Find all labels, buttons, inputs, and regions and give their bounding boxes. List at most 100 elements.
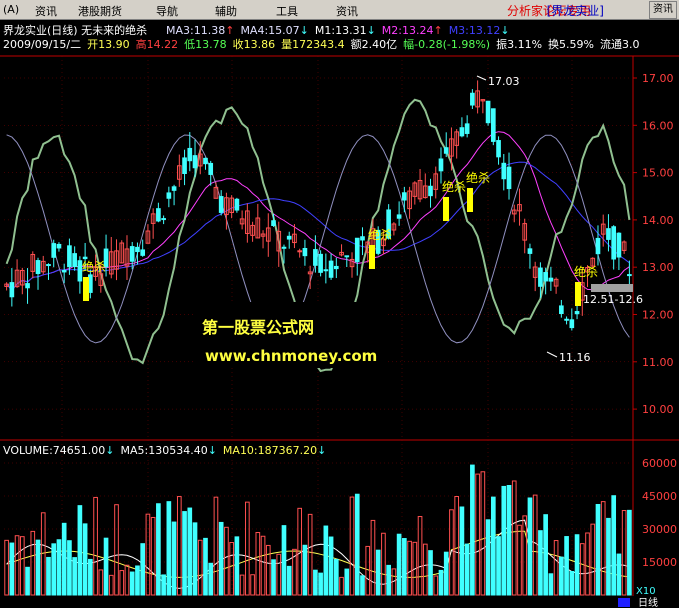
menu-item-news[interactable]: 资讯 <box>35 3 57 19</box>
candle-body <box>564 318 569 321</box>
volume-bar <box>124 564 130 596</box>
legend-item: VOLUME:74651.00 <box>3 444 105 457</box>
volume-bar <box>585 532 590 596</box>
volume-bar <box>422 543 428 596</box>
volume-bar <box>349 496 355 596</box>
volume-bar <box>417 516 423 596</box>
volume-bar <box>564 536 569 596</box>
volume-bar <box>449 509 454 596</box>
candle-body <box>501 162 507 180</box>
bottom-tab-label[interactable]: 日线 <box>638 596 658 608</box>
candle-body <box>302 248 308 257</box>
candle-body <box>35 260 41 275</box>
volume-bar <box>365 545 371 596</box>
volume-bar <box>616 553 622 596</box>
candle-body <box>297 250 303 253</box>
volume-bar <box>579 543 585 596</box>
candle-body <box>323 269 329 272</box>
candle-body <box>396 214 402 219</box>
legend-item: 低13.78 <box>184 38 227 51</box>
legend-item: 高14.22 <box>136 37 179 51</box>
volume-bar <box>77 505 83 596</box>
range-bar <box>591 284 633 292</box>
menu-item-hk-futures[interactable]: 港股期货 <box>78 3 122 19</box>
candle-body <box>67 245 72 268</box>
signal-label: 绝杀 <box>442 179 466 194</box>
low-pointer <box>546 351 558 358</box>
candle-body <box>318 253 323 273</box>
volume-bar <box>250 574 255 596</box>
volume-bar <box>396 533 402 596</box>
candle-body <box>135 246 140 253</box>
volume-bar <box>150 516 156 596</box>
candle-body <box>51 243 57 258</box>
price-tick-label: 10.00 <box>642 403 674 416</box>
volume-bar <box>166 501 172 596</box>
volume-bar <box>433 575 439 596</box>
volume-bar <box>98 569 104 596</box>
candle-body <box>218 196 224 213</box>
signal-bar <box>575 282 581 306</box>
volume-bar <box>543 514 548 596</box>
candle-body <box>496 140 501 158</box>
volume-bar <box>490 496 496 596</box>
volume-bar <box>255 532 261 596</box>
candle-body <box>606 228 611 240</box>
volume-bar <box>480 471 486 596</box>
volume-bar <box>108 574 114 596</box>
menu-bar: (A) 资讯 港股期货 导航 辅助 工具 资讯 分析家论坛专用 [界龙实业] 资… <box>0 0 679 20</box>
volume-bar <box>407 540 412 596</box>
news-button[interactable]: 资讯 <box>649 1 677 19</box>
volume-bar <box>313 569 318 596</box>
volume-bar <box>501 485 507 596</box>
price-tick-label: 13.00 <box>642 261 674 274</box>
low-label: 11.16 <box>559 351 591 364</box>
candle-body <box>611 226 617 260</box>
menu-item-tools-aux[interactable]: 辅助 <box>215 3 237 19</box>
volume-bar <box>318 572 323 596</box>
candle-body <box>56 243 62 249</box>
candle-body <box>234 198 240 211</box>
candle-body <box>313 249 318 266</box>
volume-bar <box>203 537 208 596</box>
volume-bar <box>402 538 407 596</box>
legend-item: MA4:15.07 <box>240 24 299 37</box>
volume-bar <box>93 496 98 596</box>
volume-bar <box>470 464 475 596</box>
menu-item-info[interactable]: 资讯 <box>336 3 358 19</box>
legend-item: 2009/09/15/二 <box>3 38 81 51</box>
candle-body <box>506 166 512 190</box>
volume-bar <box>51 543 57 596</box>
volume-bar <box>72 557 77 596</box>
volume-bar <box>56 539 62 596</box>
volume-bar <box>323 525 329 596</box>
candle-body <box>490 108 496 142</box>
menu-item-a[interactable]: (A) <box>3 3 19 16</box>
stock-title: 界龙实业(日线) 无未来的绝杀 <box>3 23 147 37</box>
volume-bar <box>176 496 182 596</box>
volume-bar <box>627 509 632 596</box>
legend-item: 开13.90 <box>87 38 130 51</box>
volume-bar <box>35 539 41 596</box>
signal-label: 绝杀 <box>368 227 392 242</box>
signal-label: 绝杀 <box>466 170 490 185</box>
menu-item-tools[interactable]: 工具 <box>276 3 298 19</box>
volume-bar <box>438 569 444 596</box>
volume-bar <box>386 564 391 596</box>
volume-bar <box>156 503 161 596</box>
legend-item: MA3:11.38 <box>166 24 225 37</box>
volume-bar <box>360 575 365 596</box>
volume-bar <box>234 536 240 596</box>
kline-chart[interactable]: 绝杀绝杀绝杀绝杀绝杀 界龙实业(日线) 无未来的绝杀 MA3:11.38↑ MA4… <box>0 20 679 608</box>
bottom-indicator <box>618 598 630 607</box>
signal-bar <box>83 277 89 301</box>
banner-stock[interactable]: [界龙实业] <box>547 2 604 19</box>
watermark-title: 第一股票公式网 <box>202 318 314 337</box>
candle-body <box>574 311 580 315</box>
volume-bar <box>19 536 25 596</box>
candle-body <box>443 147 449 154</box>
menu-item-navigate[interactable]: 导航 <box>156 3 178 19</box>
signal-bar <box>467 188 473 212</box>
trend-arrow: ↑ <box>433 24 442 37</box>
candle-body <box>9 282 15 298</box>
